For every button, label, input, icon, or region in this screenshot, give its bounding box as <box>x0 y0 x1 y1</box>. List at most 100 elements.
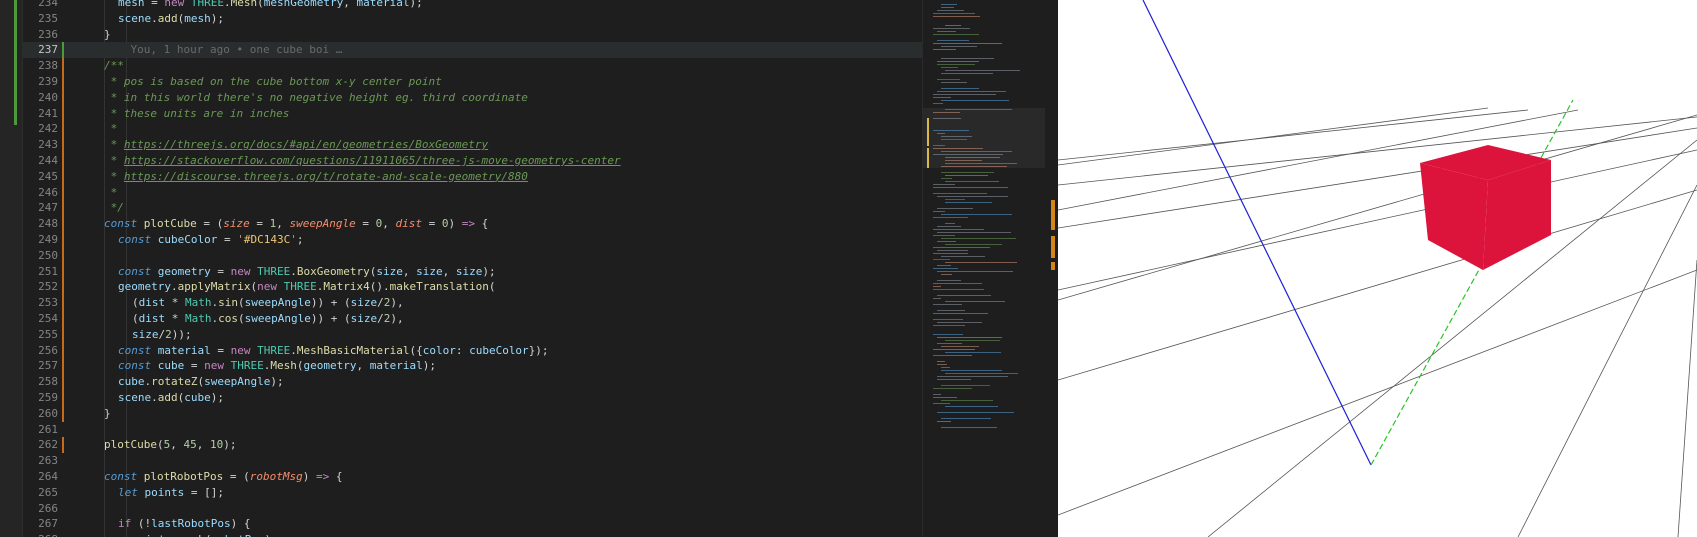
grid-line <box>1677 259 1697 537</box>
git-change-marker <box>62 105 64 122</box>
minimap-code-line <box>941 178 952 179</box>
minimap-code-line <box>937 250 968 251</box>
code-line[interactable]: 265 let points = []; <box>22 485 922 501</box>
code-line[interactable]: 245 * https://discourse.threejs.org/t/ro… <box>22 168 922 185</box>
code-line[interactable]: 242 * <box>22 121 922 138</box>
code-line[interactable]: 263 <box>22 453 922 469</box>
minimap-code-line <box>945 199 965 200</box>
minimap-code-line <box>933 247 990 248</box>
editor-left-rail <box>0 0 23 537</box>
code-line[interactable]: 259 scene.add(cube); <box>22 390 922 406</box>
code-token: cube <box>118 375 145 389</box>
code-line[interactable]: 268 points.push(robotPos); <box>22 532 922 537</box>
code-token: scene <box>118 391 152 404</box>
code-line[interactable]: 241 * these units are in inches <box>22 105 922 122</box>
code-token: ); <box>210 11 224 25</box>
line-number: 260 <box>38 406 58 420</box>
code-line[interactable]: 237 You, 1 hour ago • one cube boi … <box>22 42 922 59</box>
code-line[interactable]: 264 const plotRobotPos = (robotMsg) => { <box>22 469 922 485</box>
code-line[interactable]: 262 plotCube(5, 45, 10); <box>22 437 922 454</box>
git-change-marker <box>62 184 64 201</box>
code-editor[interactable]: 234 mesh = new THREE.Mesh(meshGeometry, m… <box>0 0 1058 537</box>
editor-scrollbar[interactable] <box>1045 0 1058 537</box>
code-line[interactable]: 254 (dist * Math.cos(sweepAngle)) + (size… <box>22 311 922 327</box>
code-line[interactable]: 253 (dist * Math.sin(sweepAngle)) + (size… <box>22 295 922 312</box>
minimap-code-line <box>937 133 945 134</box>
code-area[interactable]: 234 mesh = new THREE.Mesh(meshGeometry, m… <box>22 0 922 537</box>
minimap-code-line <box>941 172 994 173</box>
git-change-marker <box>62 232 64 248</box>
code-line[interactable]: 244 * https://stackoverflow.com/question… <box>22 153 922 169</box>
minimap-code-line <box>933 187 1008 188</box>
minimap-code-line <box>933 154 1003 155</box>
code-line[interactable]: 250 <box>22 247 922 264</box>
minimap-code-line <box>937 241 956 242</box>
line-number: 241 <box>38 106 58 120</box>
git-change-marker <box>62 153 64 169</box>
code-line[interactable]: 249 const cubeColor = '#DC143C'; <box>22 232 922 248</box>
line-number: 263 <box>38 454 58 468</box>
code-token: let <box>118 485 145 499</box>
minimap-code-line <box>937 31 956 32</box>
git-change-marker <box>62 74 64 90</box>
code-line[interactable]: 238 /** <box>22 58 922 75</box>
line-number: 235 <box>38 11 58 25</box>
code-line[interactable]: 266 <box>22 501 922 517</box>
code-token: size <box>350 296 378 310</box>
minimap-code-line <box>937 91 1006 92</box>
code-line[interactable]: 234 mesh = new THREE.Mesh(meshGeometry, m… <box>22 0 922 11</box>
code-token: ( <box>238 312 245 325</box>
minimap-code-line <box>945 202 992 203</box>
code-line[interactable]: 267 if (!lastRobotPos) { <box>22 516 922 532</box>
scene-canvas[interactable] <box>1058 0 1697 537</box>
code-line[interactable]: 243 * https://threejs.org/docs/#api/en/g… <box>22 137 922 154</box>
code-line[interactable]: 261 <box>22 422 922 438</box>
minimap-code-line <box>933 94 996 95</box>
code-line[interactable]: 252 geometry.applyMatrix(new THREE.Matrix… <box>22 279 922 296</box>
code-token: const <box>118 233 158 246</box>
minimap-code-line <box>941 46 977 47</box>
minimap-code-line <box>937 64 975 65</box>
code-line[interactable]: 246 * <box>22 184 922 201</box>
git-change-marker <box>62 358 64 375</box>
code-token: THREE <box>190 0 224 9</box>
code-line[interactable]: 260} <box>22 405 922 422</box>
code-line[interactable]: 257 const cube = new THREE.Mesh(geometry,… <box>22 358 922 375</box>
code-token: ), <box>390 296 404 310</box>
minimap-code-line <box>933 130 969 131</box>
code-token: mesh <box>118 0 145 9</box>
minimap-code-line <box>933 253 968 254</box>
minimap-code-line <box>937 376 1008 377</box>
code-token: * <box>104 169 124 183</box>
code-line[interactable]: 258 cube.rotateZ(sweepAngle); <box>22 374 922 391</box>
code-line[interactable]: 247 */ <box>22 200 922 217</box>
code-line[interactable]: 236} <box>22 27 922 43</box>
code-token: new <box>257 280 284 294</box>
minimap-code-line <box>933 217 968 218</box>
threejs-viewport[interactable] <box>1058 0 1697 537</box>
code-line[interactable]: 248 const plotCube = (size = 1, sweepAngl… <box>22 216 922 233</box>
code-token: Matrix4 <box>323 280 370 294</box>
git-change-marker <box>62 437 64 454</box>
code-line[interactable]: 240 * in this world there's no negative … <box>22 89 922 106</box>
code-token: new <box>230 264 258 278</box>
minimap-viewport-slider[interactable] <box>923 108 1058 168</box>
code-token: , <box>343 0 357 9</box>
code-token: geometry <box>118 280 171 294</box>
code-line[interactable]: 251 const geometry = new THREE.BoxGeometr… <box>22 263 922 280</box>
minimap-code-line <box>933 397 957 398</box>
code-token: * pos is based on the cube bottom x-y ce… <box>104 75 442 88</box>
code-line[interactable]: 256 const material = new THREE.MeshBasicM… <box>22 342 922 359</box>
code-line[interactable]: 239 * pos is based on the cube bottom x-… <box>22 74 922 90</box>
minimap-code-line <box>937 421 951 422</box>
git-change-marker <box>62 89 64 106</box>
code-token: }); <box>528 343 549 357</box>
code-line[interactable]: 235 scene.add(mesh); <box>22 11 922 27</box>
code-text: scene.add(cube); <box>118 390 224 406</box>
code-token: 45 <box>183 438 197 452</box>
code-token: size <box>376 264 403 278</box>
minimap-code-line <box>933 211 945 212</box>
code-text: } <box>104 27 111 43</box>
minimap[interactable] <box>922 0 1058 537</box>
code-line[interactable]: 255 size/2)); <box>22 326 922 343</box>
